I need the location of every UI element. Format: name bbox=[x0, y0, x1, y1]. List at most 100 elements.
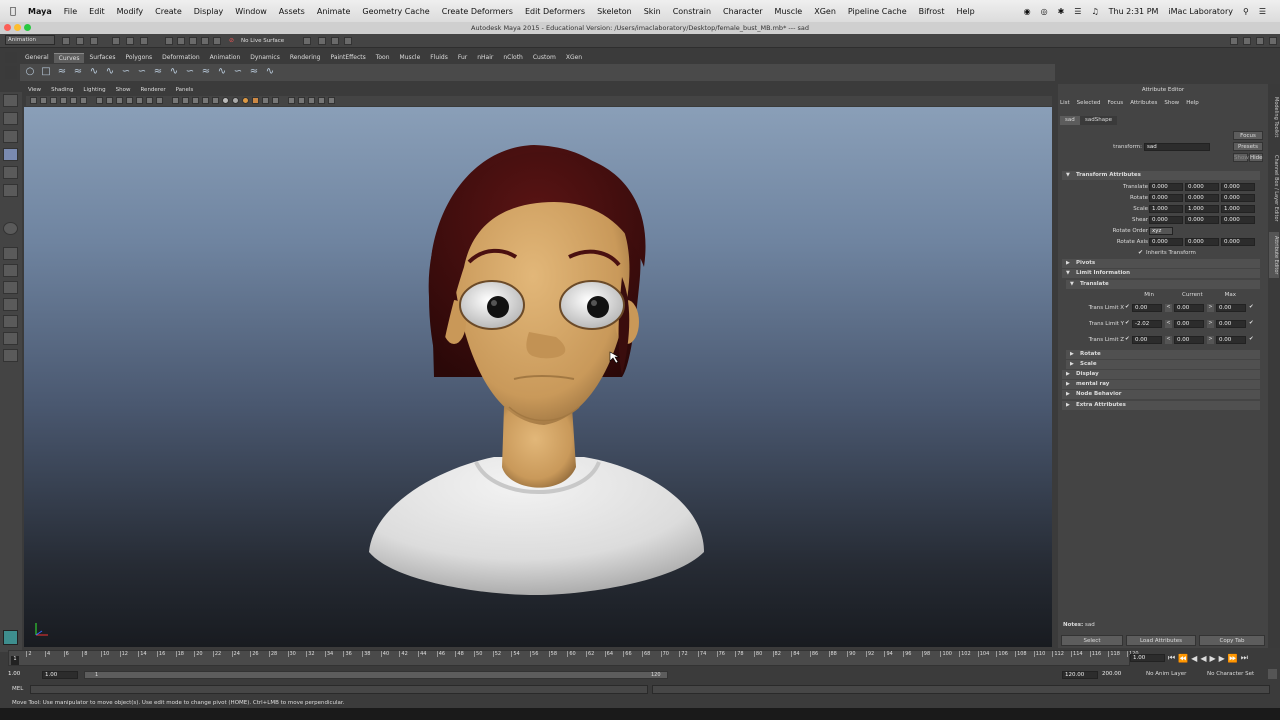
menu-file[interactable]: File bbox=[64, 7, 77, 16]
notes-value[interactable]: sad bbox=[1085, 622, 1095, 628]
section-mental-ray[interactable]: ▶ mental ray bbox=[1062, 380, 1260, 389]
menu-clock[interactable]: Thu 2:31 PM bbox=[1109, 7, 1159, 16]
shelf-tab-surfaces[interactable]: Surfaces bbox=[84, 53, 120, 62]
shear-z-field[interactable]: 0.000 bbox=[1221, 216, 1255, 224]
bookmark-icon[interactable] bbox=[60, 97, 67, 104]
section-limit-scale[interactable]: ▶ Scale bbox=[1066, 360, 1260, 369]
use-lights-icon[interactable] bbox=[202, 97, 209, 104]
snap-surface-icon[interactable] bbox=[213, 37, 221, 45]
step-forward-frame-icon[interactable]: ▶ bbox=[1219, 654, 1225, 663]
menu-app[interactable]: Maya bbox=[28, 7, 52, 16]
trans-limit-y-current-field[interactable]: 0.00 bbox=[1174, 320, 1204, 328]
menu-constrain[interactable]: Constrain bbox=[673, 7, 711, 16]
lock-camera-icon[interactable] bbox=[40, 97, 47, 104]
script-editor-icon[interactable] bbox=[3, 630, 18, 645]
bluetooth-icon[interactable]: ✱ bbox=[1058, 7, 1065, 16]
shelf-tab-deformation[interactable]: Deformation bbox=[157, 53, 204, 62]
menu-pipeline-cache[interactable]: Pipeline Cache bbox=[848, 7, 907, 16]
select-camera-icon[interactable] bbox=[30, 97, 37, 104]
play-forward-icon[interactable]: ▶ bbox=[1209, 654, 1215, 663]
layout-single-icon[interactable] bbox=[3, 247, 18, 260]
menu-skin[interactable]: Skin bbox=[644, 7, 661, 16]
start-time-field[interactable]: 1.00 bbox=[6, 671, 36, 679]
cv-curve-icon[interactable]: ≈ bbox=[56, 67, 68, 77]
trans-limit-x-set-min-button[interactable]: < bbox=[1165, 304, 1172, 312]
current-frame-field[interactable]: 1.00 bbox=[1130, 654, 1165, 662]
resolution-gate-icon[interactable] bbox=[106, 97, 113, 104]
anim-layer-select[interactable]: No Anim Layer bbox=[1146, 671, 1186, 677]
pencil-curve-icon[interactable]: ∿ bbox=[88, 67, 100, 77]
rotate-axis-x-field[interactable]: 0.000 bbox=[1149, 238, 1183, 246]
gate-mask-icon[interactable] bbox=[116, 97, 123, 104]
trans-limit-z-max-field[interactable]: 0.00 bbox=[1216, 336, 1246, 344]
section-transform-attributes[interactable]: ▼ Transform Attributes bbox=[1062, 171, 1260, 180]
section-extra-attributes[interactable]: ▶ Extra Attributes bbox=[1062, 401, 1260, 410]
save-scene-icon[interactable] bbox=[90, 37, 98, 45]
section-limit-translate[interactable]: ▼ Translate bbox=[1066, 280, 1260, 289]
section-limit-rotate[interactable]: ▶ Rotate bbox=[1066, 350, 1260, 359]
isolate-select-icon[interactable] bbox=[288, 97, 295, 104]
shelf-options-icon[interactable] bbox=[5, 66, 17, 79]
preferences-icon[interactable] bbox=[1268, 669, 1277, 679]
menu-modify[interactable]: Modify bbox=[117, 7, 144, 16]
hide-button[interactable]: Hide bbox=[1249, 153, 1263, 162]
end-time-field[interactable]: 200.00 bbox=[1100, 671, 1130, 679]
last-tool-icon[interactable] bbox=[3, 222, 18, 235]
shelf-tab-dynamics[interactable]: Dynamics bbox=[245, 53, 285, 62]
panel-menu-renderer[interactable]: Renderer bbox=[140, 87, 165, 96]
shelf-tab-general[interactable]: General bbox=[20, 53, 54, 62]
select-button[interactable]: Select bbox=[1061, 635, 1123, 646]
search-icon[interactable]: ⚲ bbox=[1243, 7, 1249, 16]
shadows-icon[interactable] bbox=[212, 97, 219, 104]
ae-menu-list[interactable]: List bbox=[1060, 100, 1070, 106]
translate-x-field[interactable]: 0.000 bbox=[1149, 183, 1183, 191]
motion-blur-icon[interactable] bbox=[232, 97, 239, 104]
xray-joints-icon[interactable] bbox=[272, 97, 279, 104]
trans-limit-x-max-check[interactable]: ✔ bbox=[1249, 304, 1254, 310]
bezier-curve-icon[interactable]: ∿ bbox=[264, 67, 276, 77]
menu-muscle[interactable]: Muscle bbox=[775, 7, 803, 16]
node-tab-sadshape[interactable]: sadShape bbox=[1080, 116, 1117, 125]
trans-limit-z-min-check[interactable]: ✔ bbox=[1125, 336, 1130, 342]
translate-y-field[interactable]: 0.000 bbox=[1185, 183, 1219, 191]
extend-curve-icon[interactable]: ∿ bbox=[168, 67, 180, 77]
trans-limit-y-max-field[interactable]: 0.00 bbox=[1216, 320, 1246, 328]
scale-x-field[interactable]: 1.000 bbox=[1149, 205, 1183, 213]
nurbs-square-icon[interactable]: □ bbox=[40, 67, 52, 77]
menu-animate[interactable]: Animate bbox=[317, 7, 351, 16]
panel-menu-view[interactable]: View bbox=[28, 87, 41, 96]
step-forward-key-icon[interactable]: ⏩ bbox=[1228, 654, 1238, 663]
menu-geometry-cache[interactable]: Geometry Cache bbox=[362, 7, 429, 16]
shelf-tab-curves[interactable]: Curves bbox=[53, 52, 85, 63]
trans-limit-x-set-max-button[interactable]: > bbox=[1207, 304, 1214, 312]
menu-display[interactable]: Display bbox=[194, 7, 224, 16]
layout-four-icon[interactable] bbox=[3, 264, 18, 277]
step-back-key-icon[interactable]: ⏪ bbox=[1178, 654, 1188, 663]
snap-point-icon[interactable] bbox=[189, 37, 197, 45]
ae-menu-focus[interactable]: Focus bbox=[1107, 100, 1123, 106]
channel-box-toggle-icon[interactable] bbox=[1243, 37, 1251, 45]
attribute-editor-toggle-icon[interactable] bbox=[1256, 37, 1264, 45]
menu-user[interactable]: iMac Laboratory bbox=[1168, 7, 1233, 16]
select-hierarchy-icon[interactable] bbox=[112, 37, 120, 45]
camera-move-icon[interactable] bbox=[318, 97, 325, 104]
select-object-icon[interactable] bbox=[126, 37, 134, 45]
xray-icon[interactable] bbox=[262, 97, 269, 104]
panel-menu-lighting[interactable]: Lighting bbox=[83, 87, 105, 96]
trans-limit-y-set-max-button[interactable]: > bbox=[1207, 320, 1214, 328]
render-view-icon[interactable] bbox=[318, 37, 326, 45]
presets-button[interactable]: Presets bbox=[1233, 142, 1263, 151]
character-set-select[interactable]: No Character Set bbox=[1207, 671, 1254, 677]
select-tool-icon[interactable] bbox=[3, 94, 18, 107]
zoom-window-icon[interactable] bbox=[24, 24, 31, 31]
ae-menu-show[interactable]: Show bbox=[1164, 100, 1179, 106]
menu-create-deformers[interactable]: Create Deformers bbox=[442, 7, 513, 16]
ae-menu-selected[interactable]: Selected bbox=[1077, 100, 1101, 106]
trans-limit-z-set-min-button[interactable]: < bbox=[1165, 336, 1172, 344]
live-surface-icon[interactable]: ⊘ bbox=[229, 37, 234, 44]
load-attributes-button[interactable]: Load Attributes bbox=[1126, 635, 1196, 646]
menu-edit-deformers[interactable]: Edit Deformers bbox=[525, 7, 585, 16]
camera-attributes-icon[interactable] bbox=[50, 97, 57, 104]
panel-menu-shading[interactable]: Shading bbox=[51, 87, 73, 96]
render-frame-icon[interactable] bbox=[331, 37, 339, 45]
